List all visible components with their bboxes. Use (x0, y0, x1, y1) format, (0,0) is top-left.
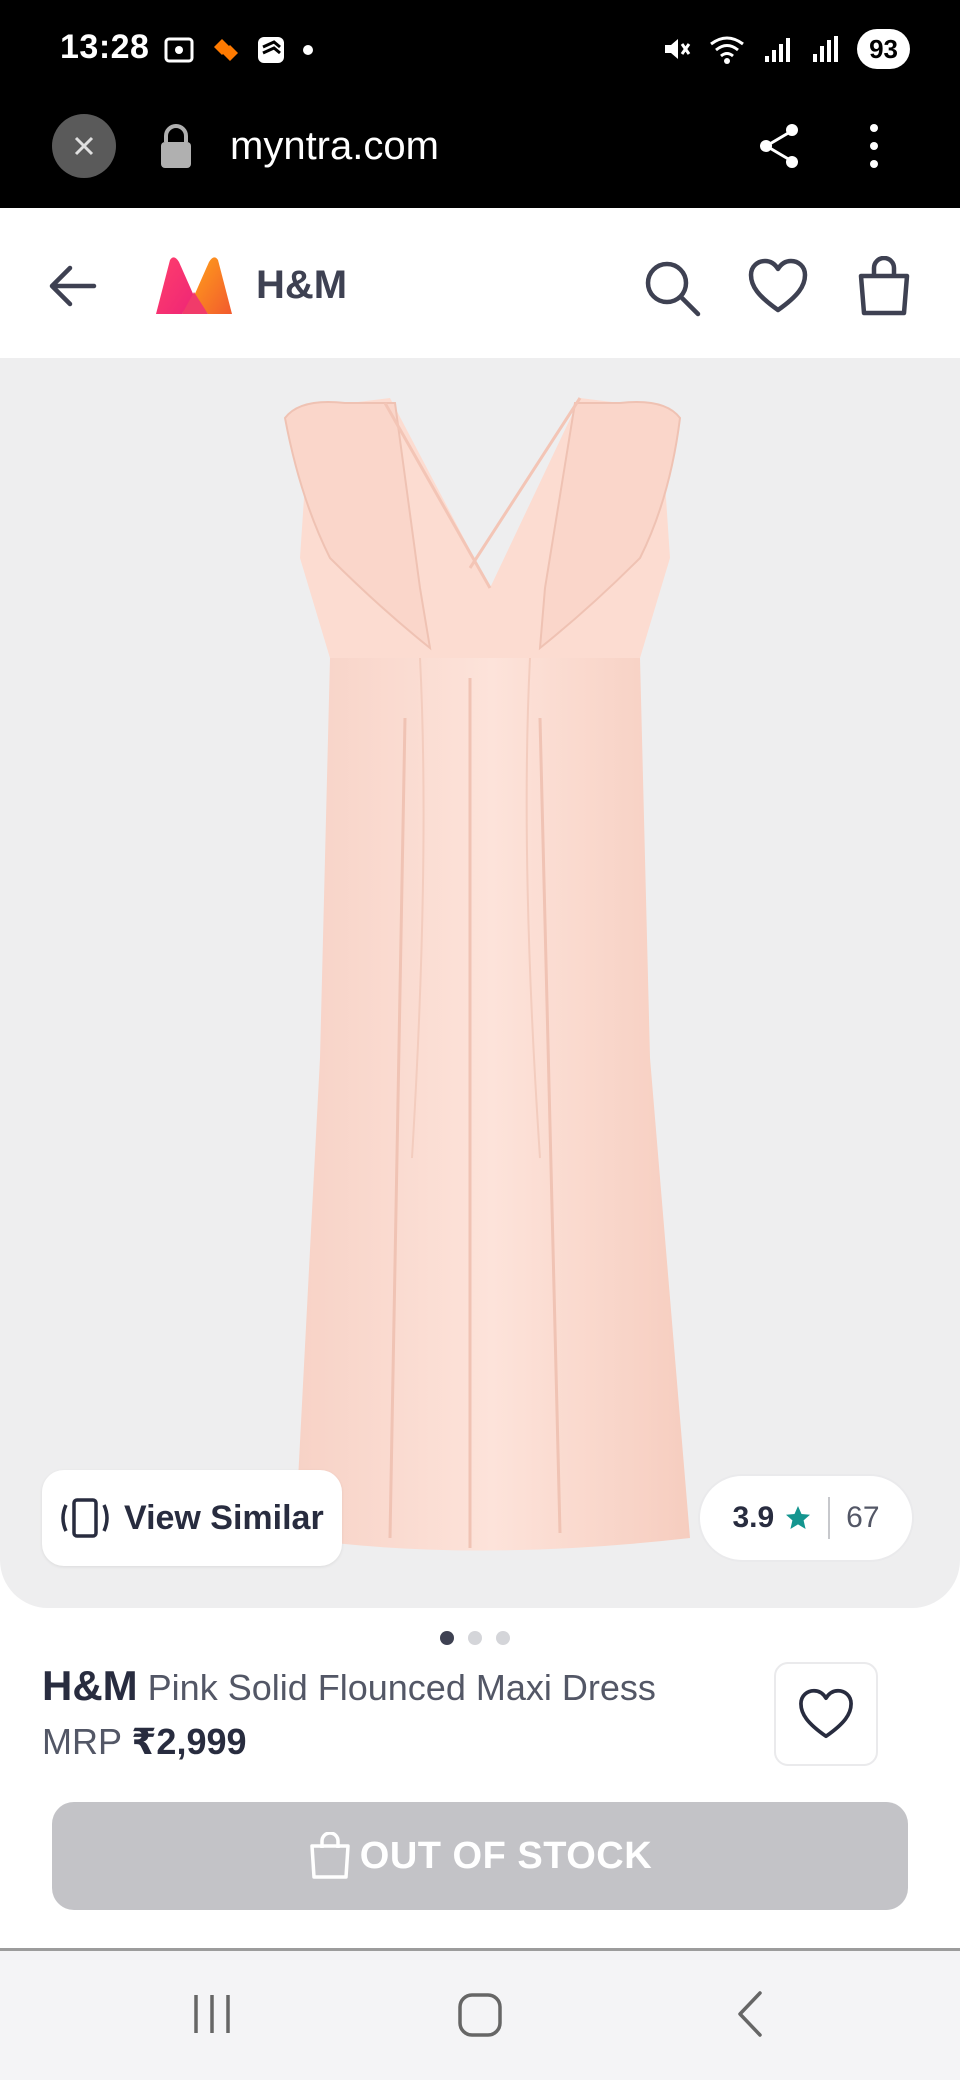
lock-icon (161, 124, 191, 168)
browser-toolbar: myntra.com (0, 100, 960, 208)
signal-roaming-icon (813, 36, 839, 62)
app-header: H&M (0, 208, 960, 358)
price-row: MRP ₹2,999 (42, 1718, 247, 1766)
notification-icons (162, 30, 316, 70)
signal-icon (765, 38, 791, 62)
carousel-dot-active[interactable] (440, 1631, 454, 1645)
search-icon[interactable] (642, 258, 702, 318)
out-of-stock-label: OUT OF STOCK (359, 1834, 653, 1877)
star-icon (786, 1506, 811, 1529)
battery-indicator: 93 (857, 29, 910, 69)
stack-app-icon (258, 37, 284, 63)
close-tab-button[interactable] (52, 114, 116, 178)
rating-badge[interactable]: 3.9 67 (698, 1474, 914, 1562)
price-amount: ₹2,999 (131, 1721, 247, 1762)
home-icon[interactable] (456, 1991, 504, 2039)
rating-separator (828, 1497, 831, 1539)
system-nav-bar (0, 1951, 960, 2080)
view-similar-icon (61, 1498, 109, 1538)
share-icon[interactable] (756, 120, 802, 172)
back-arrow-icon[interactable] (44, 258, 100, 314)
system-icons: 93 (659, 26, 910, 72)
product-name: Pink Solid Flounced Maxi Dress (147, 1667, 656, 1708)
more-menu-icon[interactable] (862, 120, 886, 172)
url-field[interactable]: myntra.com (230, 120, 439, 172)
back-icon[interactable] (732, 1989, 768, 2039)
shopping-bag-icon[interactable] (856, 256, 912, 316)
status-time: 13:28 (60, 28, 150, 66)
mute-icon (665, 39, 691, 59)
wishlist-button[interactable] (774, 1662, 878, 1766)
product-dress-image (283, 397, 690, 1551)
product-brand: H&M (42, 1662, 138, 1709)
carousel-indicator (440, 1631, 510, 1645)
wifi-icon (710, 36, 744, 64)
carousel-dot[interactable] (468, 1631, 482, 1645)
myntra-logo[interactable] (152, 256, 236, 316)
recent-apps-icon[interactable] (190, 1991, 234, 2037)
wishlist-heart-icon[interactable] (748, 258, 808, 314)
dot-icon (303, 45, 313, 55)
view-similar-button[interactable]: View Similar (42, 1470, 342, 1566)
header-brand-title: H&M (256, 263, 348, 307)
close-icon (74, 136, 94, 156)
heart-icon (799, 1688, 853, 1739)
out-of-stock-button[interactable]: OUT OF STOCK (52, 1802, 908, 1910)
product-title: H&M Pink Solid Flounced Maxi Dress (42, 1662, 742, 1712)
status-bar: 13:28 93 (0, 0, 960, 100)
heart-app-icon (214, 39, 238, 61)
screenshot-icon (164, 37, 194, 63)
carousel-dot[interactable] (496, 1631, 510, 1645)
rating-value: 3.9 (732, 1501, 775, 1534)
mrp-label: MRP (42, 1721, 122, 1762)
rating-count: 67 (846, 1501, 880, 1534)
product-image-carousel[interactable]: View Similar 3.9 67 (0, 358, 960, 1608)
view-similar-label: View Similar (124, 1498, 324, 1537)
bag-icon (310, 1832, 350, 1879)
